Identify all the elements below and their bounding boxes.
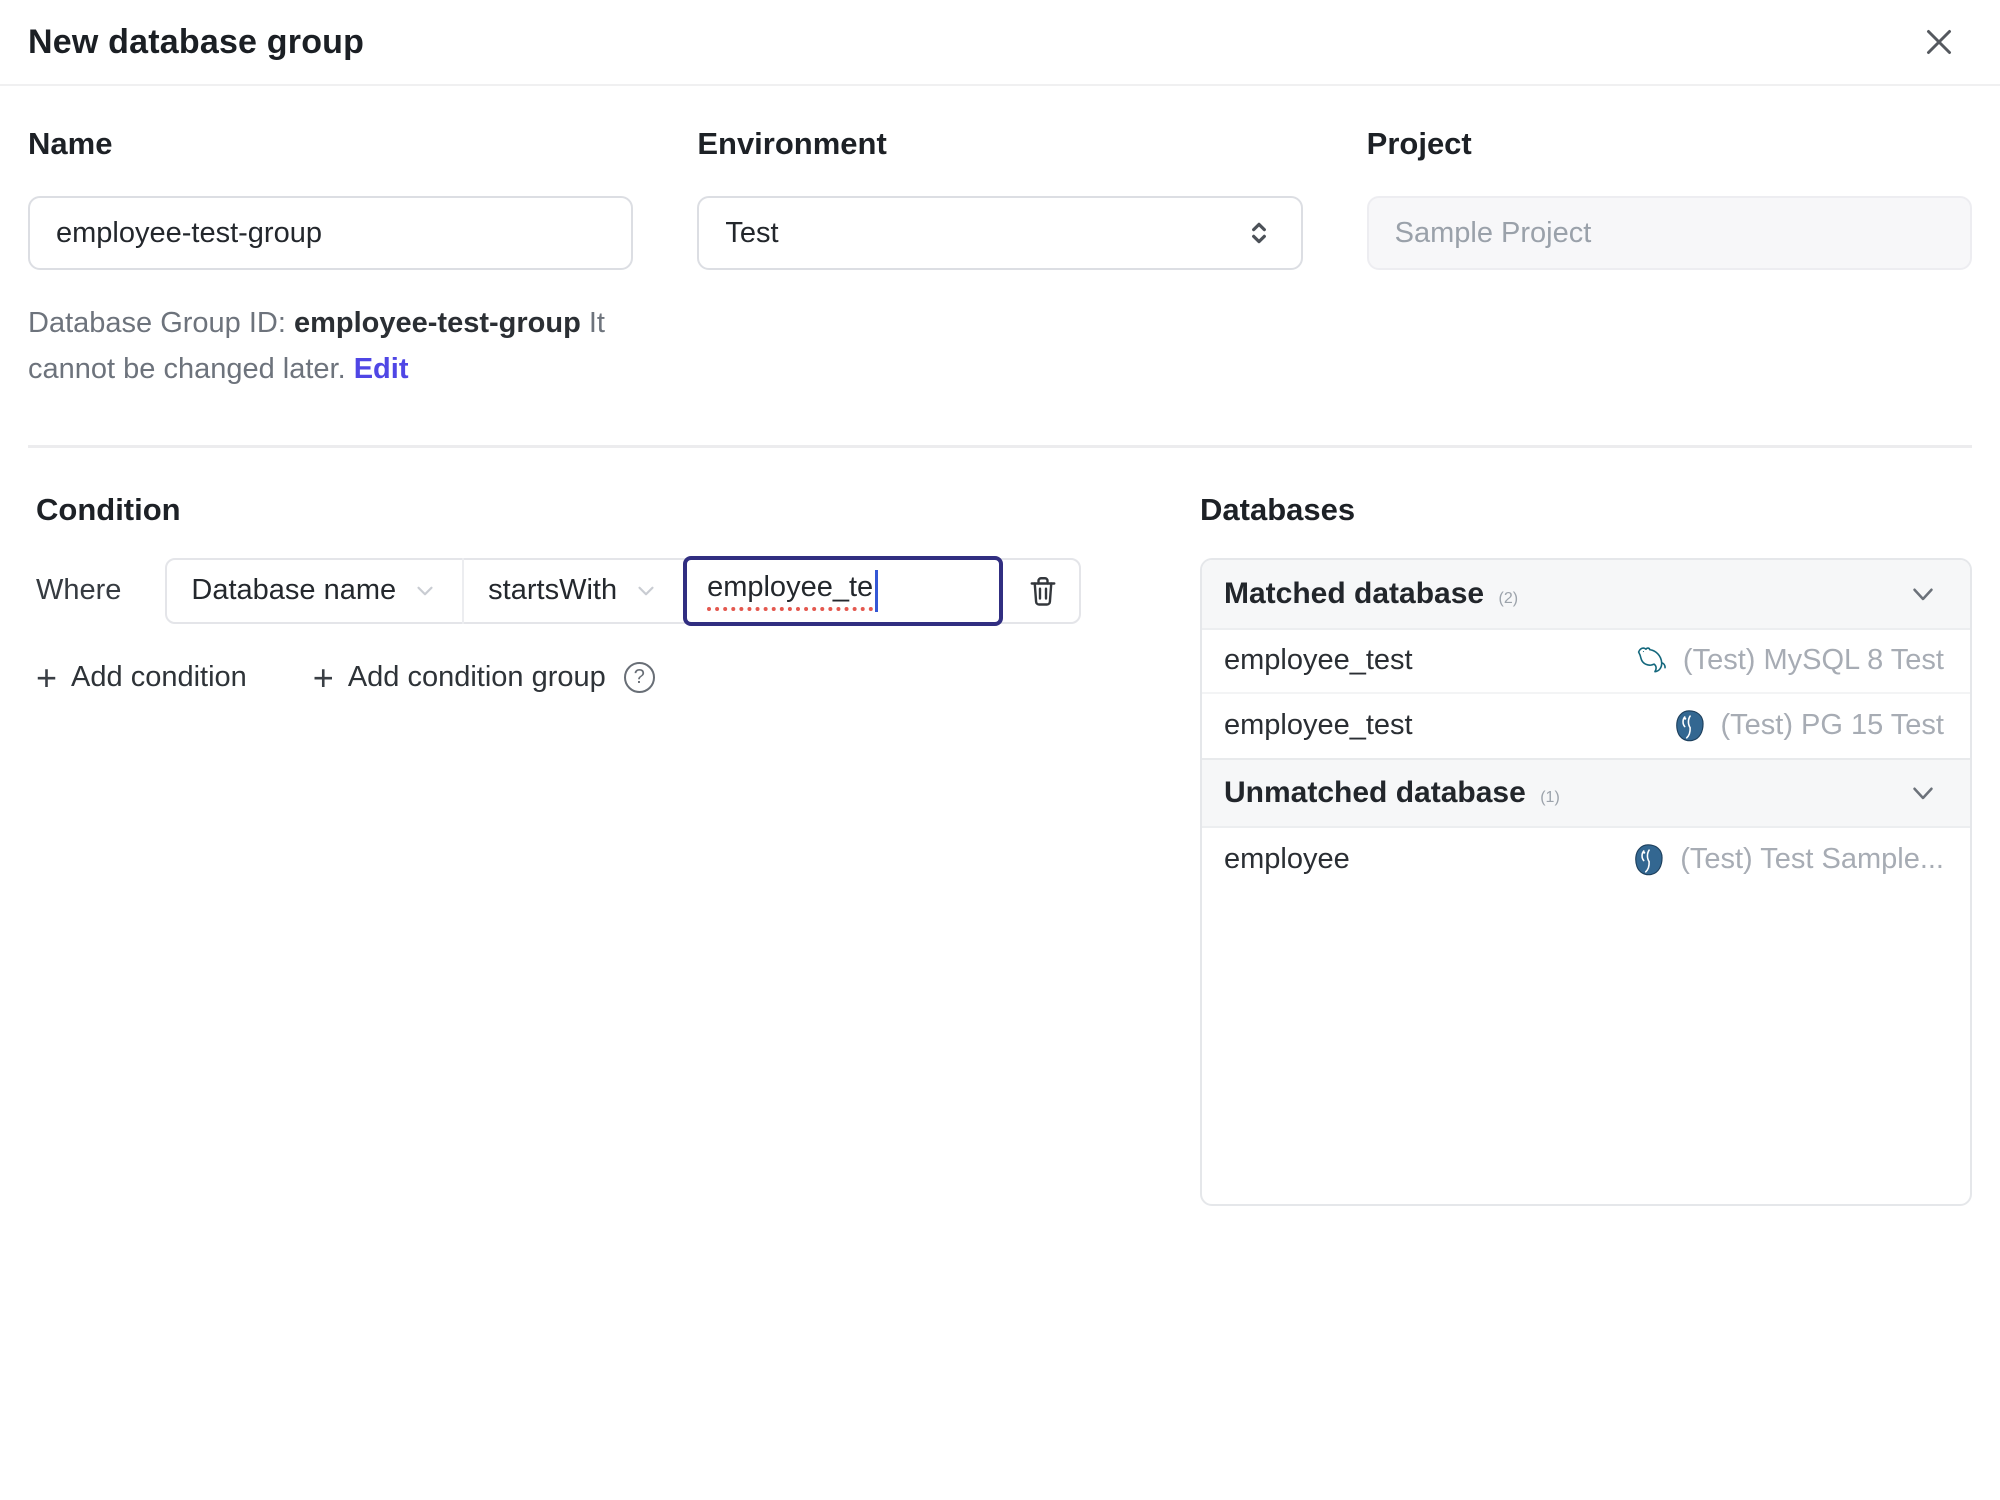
operator-dropdown[interactable]: startsWith xyxy=(464,560,683,622)
chevron-down-icon xyxy=(1906,776,1940,810)
matched-database-count: (2) xyxy=(1498,589,1519,607)
unmatched-database-header[interactable]: Unmatched database (1) xyxy=(1202,757,1970,828)
chevron-down-icon xyxy=(412,578,438,604)
group-id-value: employee-test-group xyxy=(293,307,581,339)
database-instance: (Test) MySQL 8 Test xyxy=(1633,643,1944,679)
factor-dropdown[interactable]: Database name xyxy=(167,560,462,622)
condition-expression: Database name startsWith employee_te xyxy=(165,555,1082,626)
instance-label: (Test) PG 15 Test xyxy=(1720,709,1945,742)
name-label: Name xyxy=(28,126,113,161)
close-icon xyxy=(1918,21,1960,63)
instance-label: (Test) Test Sample... xyxy=(1680,843,1944,876)
chevron-down-icon xyxy=(1906,577,1940,611)
plus-icon: + xyxy=(36,656,58,698)
add-condition-group-button[interactable]: + Add condition group ? xyxy=(312,656,655,698)
project-label: Project xyxy=(1366,126,1472,161)
add-condition-button[interactable]: + Add condition xyxy=(36,656,247,698)
delete-condition-button[interactable] xyxy=(1025,573,1061,609)
where-label: Where xyxy=(36,574,122,607)
database-instance: (Test) PG 15 Test xyxy=(1671,708,1945,744)
name-input[interactable] xyxy=(28,196,634,270)
operator-value: startsWith xyxy=(488,574,618,607)
add-condition-group-label: Add condition group xyxy=(347,661,606,694)
unmatched-database-title: Unmatched database xyxy=(1224,775,1526,809)
databases-section: Databases Matched database (2) employee_… xyxy=(1200,492,1972,1206)
add-condition-label: Add condition xyxy=(71,661,247,694)
trash-icon xyxy=(1025,573,1061,609)
databases-panel: Matched database (2) employee_test (Test… xyxy=(1200,557,1972,1206)
lower-section: Condition Where Database name startsWith xyxy=(0,492,2000,1206)
condition-value-text: employee_te xyxy=(707,571,874,611)
condition-section: Condition Where Database name startsWith xyxy=(28,492,1200,696)
condition-row: Where Database name startsWith employee_… xyxy=(36,555,1200,626)
edit-link[interactable]: Edit xyxy=(354,353,409,385)
environment-field-group: Environment Test xyxy=(697,126,1303,393)
database-row: employee (Test) Test Sample... xyxy=(1202,828,1970,892)
name-field-group: Name Database Group ID: employee-test-gr… xyxy=(28,126,634,393)
matched-database-header[interactable]: Matched database (2) xyxy=(1202,559,1970,630)
condition-actions: + Add condition + Add condition group ? xyxy=(36,656,1200,698)
dialog-header: New database group xyxy=(0,0,2000,86)
form-row: Name Database Group ID: employee-test-gr… xyxy=(0,86,2000,393)
mysql-icon xyxy=(1633,643,1669,679)
environment-label: Environment xyxy=(697,126,887,161)
database-name: employee_test xyxy=(1224,644,1413,677)
databases-heading: Databases xyxy=(1200,491,1356,527)
database-instance: (Test) Test Sample... xyxy=(1630,842,1944,878)
section-divider xyxy=(28,444,1972,448)
chevron-up-down-icon xyxy=(1243,217,1275,249)
environment-select[interactable]: Test xyxy=(697,196,1303,270)
database-row: employee_test (Test) MySQL 8 Test xyxy=(1202,630,1970,694)
factor-value: Database name xyxy=(191,574,397,607)
unmatched-database-count: (1) xyxy=(1540,788,1560,806)
group-id-prefix: Database Group ID: xyxy=(28,307,294,339)
postgresql-icon xyxy=(1630,842,1666,878)
page-title: New database group xyxy=(28,22,365,61)
condition-value-input[interactable]: employee_te xyxy=(683,555,1004,626)
environment-selected-value: Test xyxy=(725,216,779,249)
instance-label: (Test) MySQL 8 Test xyxy=(1682,644,1944,677)
condition-heading: Condition xyxy=(36,491,181,527)
chevron-down-icon xyxy=(633,578,659,604)
group-id-helper: Database Group ID: employee-test-group I… xyxy=(28,300,633,393)
close-button[interactable] xyxy=(1918,21,1960,63)
postgresql-icon xyxy=(1671,708,1707,744)
plus-icon: + xyxy=(312,656,334,698)
matched-database-title: Matched database xyxy=(1224,576,1485,610)
project-field-group: Project xyxy=(1366,126,1972,393)
database-name: employee_test xyxy=(1224,709,1413,742)
text-caret xyxy=(875,569,879,612)
project-input xyxy=(1366,196,1972,270)
help-icon[interactable]: ? xyxy=(623,662,655,694)
database-row: employee_test (Test) PG 15 Test xyxy=(1202,694,1970,758)
database-name: employee xyxy=(1224,843,1350,876)
